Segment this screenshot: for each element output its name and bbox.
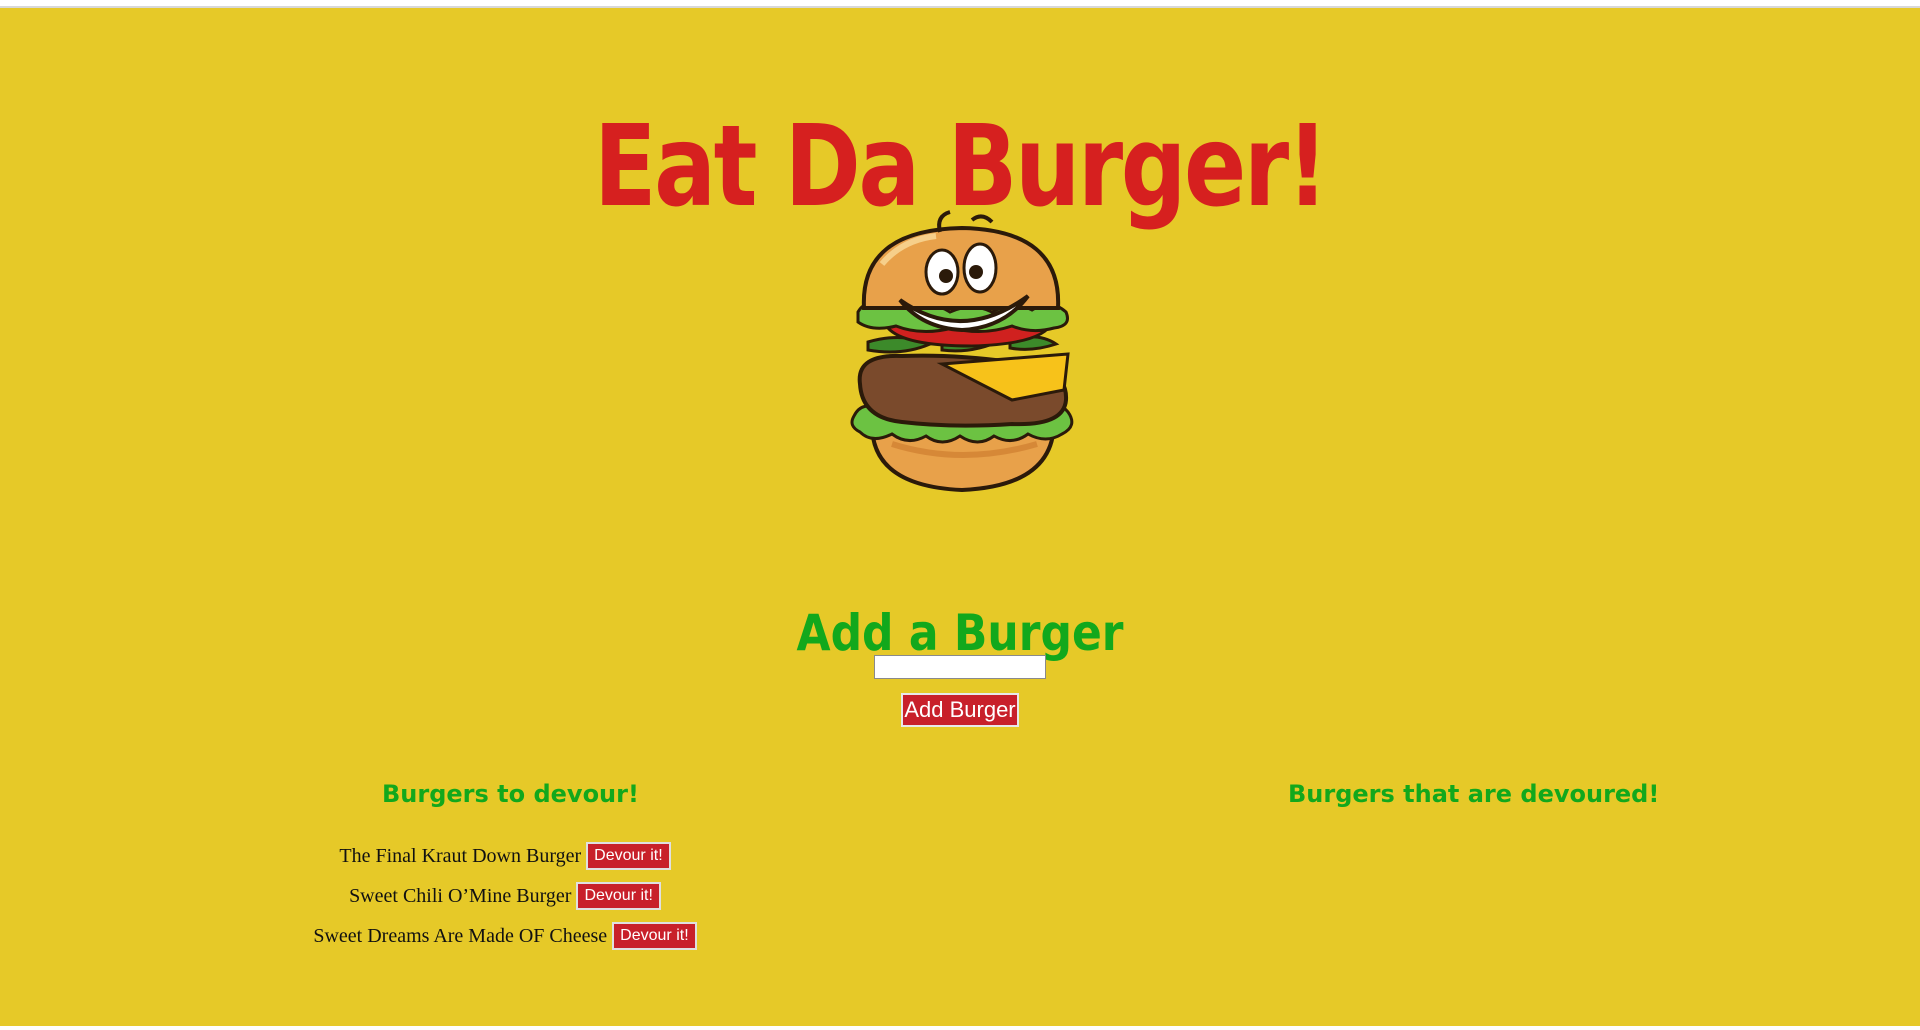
add-burger-heading: Add a Burger — [796, 603, 1124, 662]
smiling-burger-icon — [850, 210, 1074, 493]
devour-button[interactable]: Devour it! — [576, 882, 661, 910]
list-item: Sweet Dreams Are Made OF Cheese Devour i… — [300, 916, 710, 956]
add-burger-button[interactable]: Add Burger — [901, 693, 1019, 727]
burger-name: Sweet Dreams Are Made OF Cheese — [313, 924, 608, 947]
page-background: Eat Da Burger! Add a Burger Add Burger B… — [0, 6, 1920, 1026]
list-item: Sweet Chili O’Mine Burger Devour it! — [300, 876, 710, 916]
burgers-to-devour-heading: Burgers to devour! — [382, 780, 639, 808]
burger-name: Sweet Chili O’Mine Burger — [349, 884, 572, 907]
list-item: The Final Kraut Down Burger Devour it! — [300, 836, 710, 876]
burgers-to-devour-list: The Final Kraut Down Burger Devour it! S… — [300, 836, 710, 956]
burger-name: The Final Kraut Down Burger — [339, 844, 582, 867]
burgers-devoured-heading: Burgers that are devoured! — [1288, 780, 1660, 808]
burger-name-input[interactable] — [874, 655, 1046, 679]
devour-button[interactable]: Devour it! — [612, 922, 697, 950]
devour-button[interactable]: Devour it! — [586, 842, 671, 870]
